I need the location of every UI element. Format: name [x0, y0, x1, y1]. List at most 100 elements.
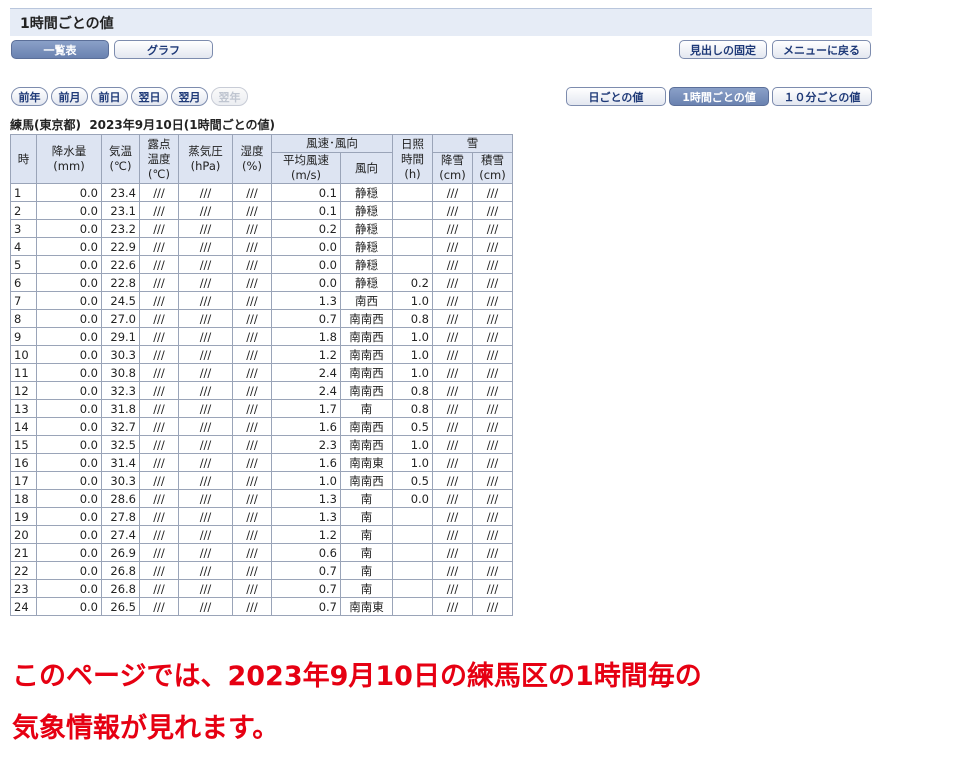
table-cell: 11: [10, 363, 37, 382]
table-cell: ///: [432, 381, 473, 400]
table-cell: 9: [10, 327, 37, 346]
table-cell: 0.8: [392, 399, 433, 418]
back-to-menu-button[interactable]: メニューに戻る: [772, 40, 871, 59]
table-cell: 1.7: [271, 399, 341, 418]
table-cell: 0.0: [36, 255, 102, 274]
table-cell: ///: [139, 399, 179, 418]
table-cell: 南南西: [340, 309, 393, 328]
prev-year-button[interactable]: 前年: [11, 87, 48, 106]
table-cell: ///: [472, 183, 513, 202]
table-cell: ///: [432, 399, 473, 418]
table-cell: ///: [139, 561, 179, 580]
table-cell: 0.0: [271, 273, 341, 292]
table-cell: ///: [472, 561, 513, 580]
table-cell: 27.4: [101, 525, 140, 544]
table-cell: 0.0: [392, 489, 433, 508]
table-cell: ///: [139, 381, 179, 400]
next-day-button[interactable]: 翌日: [131, 87, 168, 106]
table-row: 24 0.0 26.5/////////0.7 南南東//////: [10, 597, 513, 616]
table-cell: ///: [139, 237, 179, 256]
table-cell: 南南西: [340, 471, 393, 490]
table-cell: 1.3: [271, 507, 341, 526]
table-cell: 南南西: [340, 435, 393, 454]
table-cell: ///: [432, 237, 473, 256]
table-cell: 0.0: [36, 471, 102, 490]
table-cell: ///: [472, 309, 513, 328]
table-row: 23 0.0 26.8/////////0.7 南//////: [10, 579, 513, 598]
table-cell: 22.6: [101, 255, 140, 274]
table-cell: 南: [340, 561, 393, 580]
table-cell: 8: [10, 309, 37, 328]
table-cell: ///: [178, 237, 233, 256]
prev-month-button[interactable]: 前月: [51, 87, 88, 106]
table-cell: ///: [178, 381, 233, 400]
table-cell: ///: [432, 579, 473, 598]
next-month-button[interactable]: 翌月: [171, 87, 208, 106]
table-cell: ///: [232, 363, 272, 382]
table-cell: 27.0: [101, 309, 140, 328]
table-cell: 4: [10, 237, 37, 256]
table-cell: ///: [432, 327, 473, 346]
col-wind-group: 風速･風向: [271, 134, 393, 153]
table-row: 20 0.0 27.4/////////1.2 南//////: [10, 525, 513, 544]
table-cell: ///: [139, 525, 179, 544]
table-cell: 0.0: [36, 435, 102, 454]
table-cell: 0.0: [36, 183, 102, 202]
hourly-values-button[interactable]: 1時間ごとの値: [669, 87, 769, 106]
table-row: 6 0.0 22.8/////////0.0 静穏 0.2//////: [10, 273, 513, 292]
table-cell: ///: [232, 201, 272, 220]
table-cell: 1.6: [271, 453, 341, 472]
table-cell: 0.0: [36, 417, 102, 436]
table-cell: 13: [10, 399, 37, 418]
table-cell: ///: [232, 435, 272, 454]
table-cell: ///: [178, 597, 233, 616]
table-cell: [392, 183, 433, 202]
table-cell: ///: [232, 561, 272, 580]
table-cell: ///: [472, 525, 513, 544]
table-cell: ///: [139, 201, 179, 220]
table-cell: ///: [472, 579, 513, 598]
table-cell: 2.4: [271, 381, 341, 400]
table-cell: ///: [432, 435, 473, 454]
table-cell: ///: [472, 507, 513, 526]
ten-minute-values-button[interactable]: １０分ごとの値: [772, 87, 872, 106]
table-cell: ///: [178, 525, 233, 544]
table-cell: 27.8: [101, 507, 140, 526]
table-cell: ///: [139, 435, 179, 454]
daily-values-button[interactable]: 日ごとの値: [566, 87, 666, 106]
table-cell: 南南東: [340, 597, 393, 616]
table-cell: ///: [178, 543, 233, 562]
table-row: 21 0.0 26.9/////////0.6 南//////: [10, 543, 513, 562]
tab-graph[interactable]: グラフ: [114, 40, 213, 59]
table-cell: ///: [139, 273, 179, 292]
table-cell: 1.2: [271, 345, 341, 364]
table-cell: ///: [139, 417, 179, 436]
table-cell: ///: [432, 525, 473, 544]
table-cell: 南南西: [340, 381, 393, 400]
table-cell: ///: [139, 255, 179, 274]
table-cell: ///: [432, 309, 473, 328]
table-cell: 0.5: [392, 471, 433, 490]
table-cell: ///: [178, 561, 233, 580]
table-cell: 30.3: [101, 471, 140, 490]
table-cell: ///: [472, 543, 513, 562]
table-cell: 南西: [340, 291, 393, 310]
table-cell: 23.2: [101, 219, 140, 238]
table-cell: ///: [232, 381, 272, 400]
table-cell: ///: [232, 309, 272, 328]
tab-list[interactable]: 一覧表: [11, 40, 109, 59]
fix-header-button[interactable]: 見出しの固定: [679, 40, 767, 59]
table-cell: 21: [10, 543, 37, 562]
table-cell: 0.0: [36, 525, 102, 544]
table-cell: 20: [10, 525, 37, 544]
table-cell: ///: [472, 381, 513, 400]
table-cell: 0.1: [271, 183, 341, 202]
table-cell: 0.0: [36, 273, 102, 292]
table-cell: 32.3: [101, 381, 140, 400]
table-cell: 0.0: [271, 237, 341, 256]
table-cell: 3: [10, 219, 37, 238]
prev-day-button[interactable]: 前日: [91, 87, 128, 106]
table-cell: ///: [472, 489, 513, 508]
table-cell: ///: [178, 435, 233, 454]
table-cell: ///: [139, 489, 179, 508]
